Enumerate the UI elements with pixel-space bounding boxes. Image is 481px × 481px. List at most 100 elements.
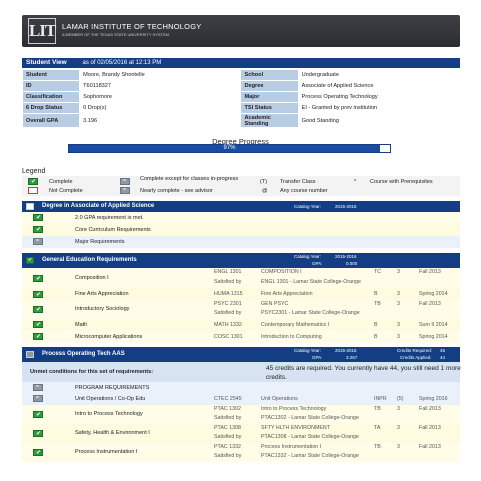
legend-complete-except: Complete except for classes in-progress bbox=[140, 176, 239, 182]
major-label: Major bbox=[241, 92, 298, 102]
pot-course-row[interactable]: ✔ Intro to Process Technology PTAC 1302 … bbox=[22, 405, 460, 424]
school-name: LAMAR INSTITUTE OF TECHNOLOGY bbox=[62, 22, 202, 31]
legend-nearly-complete: Nearly complete - see advisor bbox=[140, 188, 213, 194]
satisfied-by-text: PTAC1308 - Lamar State College-Orange bbox=[261, 434, 359, 440]
complete-check-icon: ✔ bbox=[33, 411, 43, 418]
course-hours: 3 bbox=[397, 322, 400, 328]
gened-course-row[interactable]: ✔ Composition I ENGL 1301 COMPOSITION I … bbox=[22, 268, 460, 288]
legend-any-course: Any course number bbox=[280, 188, 328, 194]
course-code[interactable]: CTEC 2545 bbox=[214, 396, 242, 402]
tsi-status-value: EI - Granted by prev institution bbox=[298, 103, 459, 113]
classification-label: Classification bbox=[23, 92, 80, 102]
pot-gpa-label: GPA: bbox=[312, 355, 323, 360]
legend-transfer: Transfer Class bbox=[280, 179, 316, 185]
satisfied-by-text: PTAC1332 - Lamar State College-Orange bbox=[261, 453, 359, 459]
nearly-complete-tilde-icon: ≈ bbox=[33, 238, 43, 245]
course-code[interactable]: ENGL 1301 bbox=[214, 269, 241, 275]
course-term: Fall 2013 bbox=[419, 269, 441, 275]
requirement-name: Unit Operations / Co-Op Edu bbox=[75, 396, 146, 402]
gened-catalog-label: Catalog Year: bbox=[294, 254, 322, 259]
course-grade: TB bbox=[374, 301, 381, 307]
credits-applied-label: Credits Applied: bbox=[400, 355, 432, 360]
course-grade: TC bbox=[374, 269, 382, 275]
school-logo[interactable]: LIT bbox=[28, 18, 56, 44]
in-progress-tilde-icon: ≈ bbox=[33, 395, 43, 402]
student-info-table: Student Moore, Brandy Shontelle School U… bbox=[22, 69, 460, 128]
pot-gpa-value: 3.267 bbox=[346, 355, 358, 360]
gened-catalog-year: 2015-2016 bbox=[335, 254, 357, 259]
section-pot-header[interactable]: Process Operating Tech AAS Catalog Year:… bbox=[22, 347, 460, 362]
satisfied-by-text: PTAC1302 - Lamar State College-Orange bbox=[261, 415, 359, 421]
requirement-name: Math bbox=[75, 322, 88, 328]
unmet-conditions-label: Unmet conditions for this set of require… bbox=[30, 369, 154, 375]
complete-check-icon: ✔ bbox=[33, 226, 43, 233]
site-header: LIT LAMAR INSTITUTE OF TECHNOLOGY A MEMB… bbox=[22, 15, 460, 47]
section-aas-title: Degree in Associate of Applied Science bbox=[42, 203, 155, 209]
gened-course-row[interactable]: ✔ Microcomputer Applications COSC 1301 I… bbox=[22, 331, 460, 343]
degree-value: Associate of Applied Science bbox=[298, 81, 459, 91]
course-code[interactable]: PTAC 1302 bbox=[214, 406, 241, 412]
course-code[interactable]: PTAC 1308 bbox=[214, 425, 241, 431]
course-hours: 3 bbox=[397, 334, 400, 340]
course-title: Intro to Process Technology bbox=[261, 406, 327, 412]
nearly-complete-tilde-icon: ≈ bbox=[33, 384, 43, 391]
student-view-title: Student View bbox=[26, 59, 67, 66]
degree-progress-percent: 97% bbox=[223, 145, 236, 151]
requirement-name: PROGRAM REQUIREMENTS bbox=[75, 385, 150, 391]
pot-course-row[interactable]: ✔ Process Instrumentation I PTAC 1332 Pr… bbox=[22, 443, 460, 462]
course-title: Process Instrumentation I bbox=[261, 444, 322, 450]
course-term: Fall 2013 bbox=[419, 444, 441, 450]
complete-check-icon: ✔ bbox=[33, 214, 43, 221]
pot-course-row[interactable]: ✔ Safety, Health & Environment I PTAC 13… bbox=[22, 424, 460, 443]
course-code[interactable]: PSYC 2301 bbox=[214, 301, 242, 307]
section-aas-header[interactable]: Degree in Associate of Applied Science C… bbox=[22, 201, 460, 212]
credits-required-label: Credits Required: bbox=[397, 348, 433, 353]
pot-course-row[interactable]: ≈ Unit Operations / Co-Op Edu CTEC 2545 … bbox=[22, 393, 460, 405]
nearly-complete-tilde-icon: ≈ bbox=[120, 187, 130, 194]
section-aas-checkbox-icon bbox=[26, 203, 34, 210]
gened-course-row[interactable]: ✔ Introductory Sociology PSYC 2301 GEN P… bbox=[22, 300, 460, 319]
course-code[interactable]: HUMA 1315 bbox=[214, 291, 243, 297]
aas-row-core[interactable]: ✔ Core Curriculum Requirements bbox=[22, 224, 460, 236]
in-progress-tilde-icon: ≈ bbox=[120, 178, 130, 185]
student-label: Student bbox=[23, 70, 80, 80]
course-hours: 3 bbox=[397, 301, 400, 307]
course-term: Fall 2013 bbox=[419, 406, 441, 412]
degree-progress-bar: 97% bbox=[68, 144, 391, 153]
course-grade: B bbox=[374, 334, 378, 340]
complete-check-icon: ✔ bbox=[33, 321, 43, 328]
unmet-conditions-text: 45 credits are required. You currently h… bbox=[266, 365, 461, 381]
overall-gpa-value: 3.196 bbox=[80, 114, 241, 127]
classification-value: Sophomore bbox=[80, 92, 241, 102]
course-hours: 3 bbox=[397, 444, 400, 450]
complete-check-icon: ✔ bbox=[33, 306, 43, 313]
course-title: GEN PSYC bbox=[261, 301, 289, 307]
pot-catalog-year: 2015-2016 bbox=[335, 348, 357, 353]
course-code[interactable]: COSC 1301 bbox=[214, 334, 243, 340]
credits-applied-value: 44 bbox=[440, 355, 446, 360]
course-grade: B bbox=[374, 322, 378, 328]
aas-row-major[interactable]: ≈ Major Requirements bbox=[22, 236, 460, 248]
pot-program-requirements[interactable]: ≈ PROGRAM REQUIREMENTS bbox=[22, 382, 460, 393]
degree-label: Degree bbox=[241, 81, 298, 91]
school-value: Undergraduate bbox=[298, 70, 459, 80]
course-code[interactable]: MATH 1332 bbox=[214, 322, 242, 328]
gened-course-row[interactable]: ✔ Math MATH 1332 Contemporary Mathematic… bbox=[22, 319, 460, 331]
course-code[interactable]: PTAC 1332 bbox=[214, 444, 241, 450]
prereq-symbol: * bbox=[354, 179, 357, 185]
section-gened-header[interactable]: General Education Requirements Catalog Y… bbox=[22, 253, 460, 268]
gened-course-row[interactable]: ✔ Fine Arts Appreciation HUMA 1315 Fine … bbox=[22, 288, 460, 300]
course-term: Spring 2014 bbox=[419, 291, 448, 297]
complete-check-icon: ✔ bbox=[33, 430, 43, 437]
aas-row-label: Major Requirements bbox=[75, 239, 125, 245]
course-hours: 3 bbox=[397, 406, 400, 412]
major-value: Process Operating Technology bbox=[298, 92, 459, 102]
course-grade: INPR bbox=[374, 396, 387, 402]
drop-status-label: 6 Drop Status bbox=[23, 103, 80, 113]
complete-check-icon: ✔ bbox=[28, 178, 38, 185]
satisfied-by-label: Satisfied by bbox=[214, 434, 242, 440]
satisfied-by-label: Satisfied by bbox=[214, 453, 242, 459]
gened-gpa-value: 0.000 bbox=[346, 261, 358, 266]
requirement-name: Intro to Process Technology bbox=[75, 411, 143, 417]
requirement-name: Process Instrumentation I bbox=[75, 449, 138, 455]
